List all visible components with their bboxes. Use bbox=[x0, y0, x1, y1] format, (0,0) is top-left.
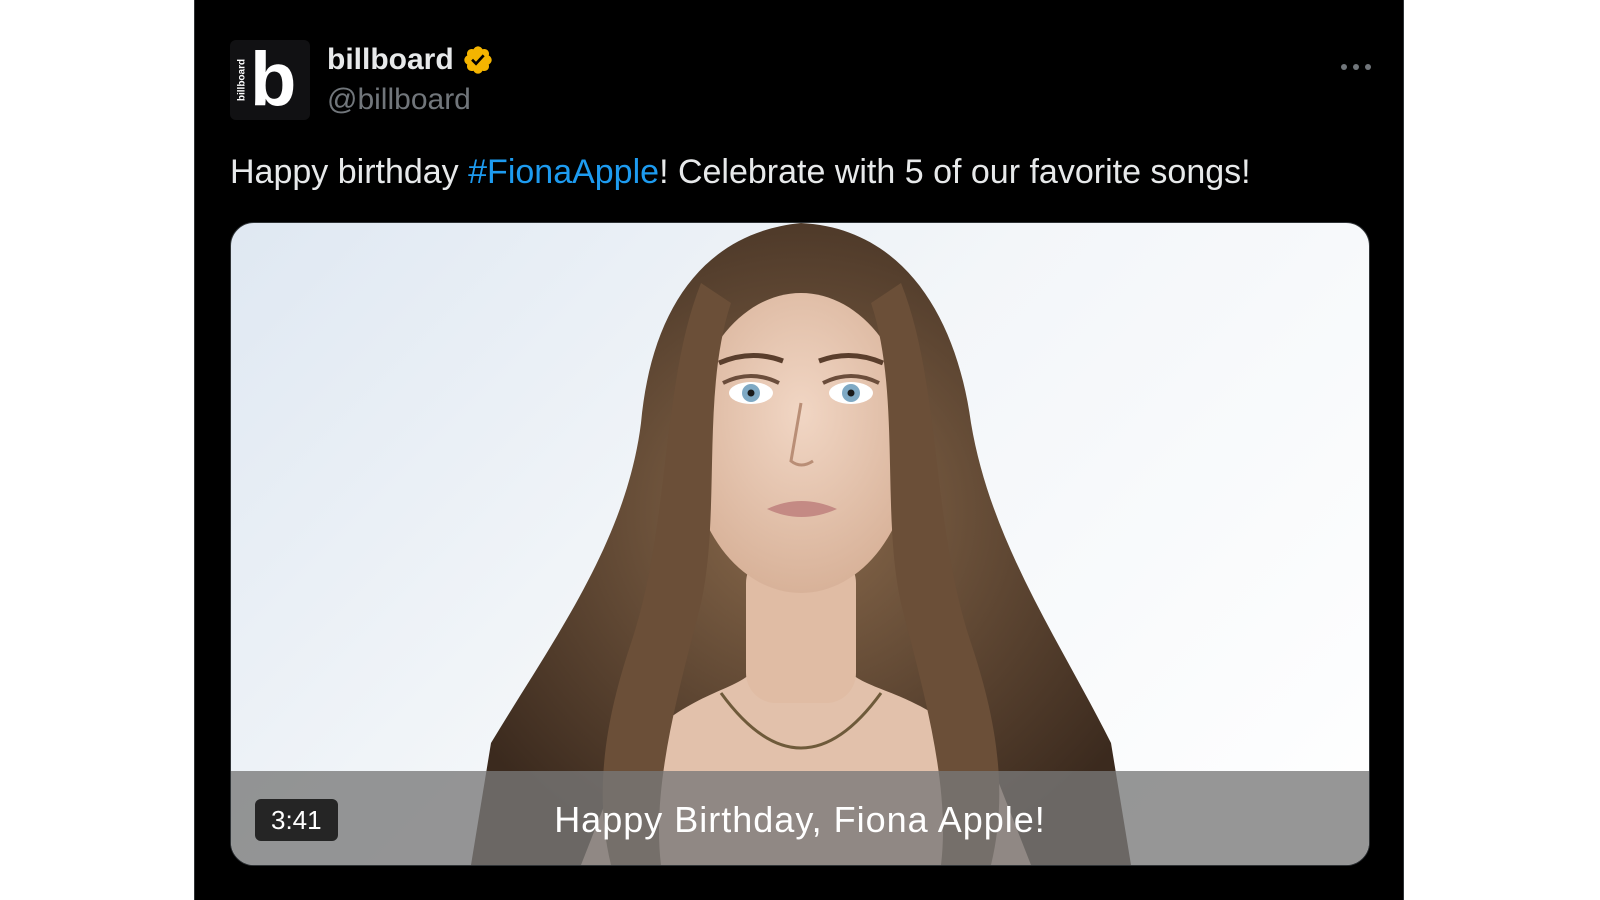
avatar-logo-letter: b bbox=[250, 40, 296, 120]
dot bbox=[1365, 64, 1371, 70]
more-options-icon[interactable] bbox=[1341, 52, 1371, 82]
author-name[interactable]: billboard bbox=[327, 40, 454, 80]
avatar-logo-word: billboard bbox=[236, 58, 248, 102]
dot bbox=[1341, 64, 1347, 70]
video-caption: Happy Birthday, Fiona Apple! bbox=[554, 799, 1046, 840]
author-avatar[interactable]: billboard b bbox=[230, 40, 310, 120]
video-thumbnail bbox=[471, 223, 1131, 865]
hashtag-link[interactable]: #FionaApple bbox=[468, 153, 659, 191]
author-handle[interactable]: @billboard bbox=[327, 80, 471, 120]
verified-badge-icon bbox=[464, 46, 492, 74]
post-card: billboard b billboard @billboard Happy b… bbox=[194, 0, 1404, 900]
post-text-start: Happy birthday bbox=[230, 153, 469, 191]
video-duration-badge: 3:41 bbox=[255, 799, 338, 841]
post-text: Happy birthday #FionaApple! Celebrate wi… bbox=[230, 150, 1251, 194]
author-name-row: billboard bbox=[327, 40, 494, 80]
post-text-end: ! Celebrate with 5 of our favorite songs… bbox=[659, 153, 1251, 191]
dot bbox=[1353, 64, 1359, 70]
video-player[interactable]: Happy Birthday, Fiona Apple! 3:41 bbox=[230, 222, 1370, 866]
